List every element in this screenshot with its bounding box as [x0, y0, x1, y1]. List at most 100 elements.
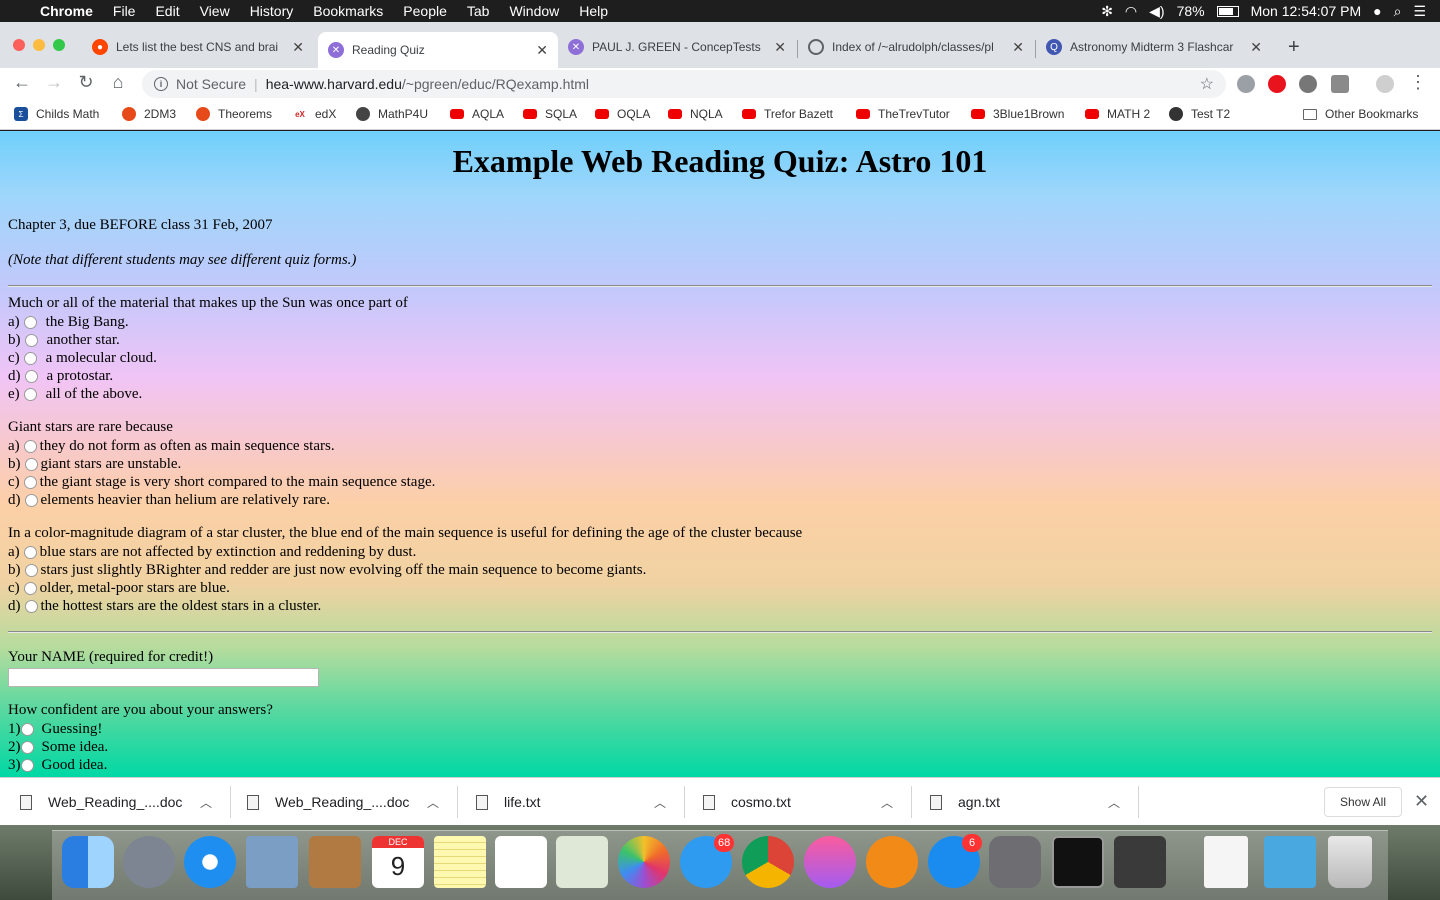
- menu-bookmarks[interactable]: Bookmarks: [313, 3, 383, 19]
- ibooks-icon[interactable]: [866, 836, 918, 888]
- forward-button[interactable]: →: [42, 72, 66, 93]
- radio-button[interactable]: [24, 369, 38, 383]
- chrome-menu-icon[interactable]: ⋮: [1406, 72, 1430, 93]
- bookmark-mathp4u[interactable]: MathP4U: [356, 107, 428, 121]
- chevron-up-icon[interactable]: ︿: [427, 794, 439, 811]
- close-downloads-icon[interactable]: ✕: [1414, 791, 1429, 812]
- question-2-option-b[interactable]: b) giant stars are unstable.: [8, 455, 181, 473]
- close-tab-icon[interactable]: ✕: [774, 39, 786, 56]
- show-all-button[interactable]: Show All: [1324, 787, 1402, 817]
- document-icon[interactable]: [1204, 836, 1248, 888]
- name-input[interactable]: [8, 668, 319, 687]
- confidence-option-3[interactable]: 3) Good idea.: [8, 756, 107, 774]
- bookmark-3blue1brown[interactable]: 3Blue1Brown: [971, 107, 1064, 121]
- menu-people[interactable]: People: [403, 3, 447, 19]
- radio-button[interactable]: [24, 457, 38, 471]
- wifi-icon[interactable]: ◠: [1125, 3, 1137, 20]
- finder-icon[interactable]: [62, 836, 114, 888]
- menu-edit[interactable]: Edit: [155, 3, 179, 19]
- downloads-folder-icon[interactable]: [1264, 836, 1316, 888]
- menu-history[interactable]: History: [250, 3, 294, 19]
- chevron-up-icon[interactable]: ︿: [654, 794, 666, 811]
- new-tab-button[interactable]: +: [1288, 36, 1300, 59]
- chevron-up-icon[interactable]: ︿: [1108, 794, 1120, 811]
- question-1-option-e[interactable]: e) all of the above.: [8, 385, 142, 403]
- battery-icon[interactable]: [1216, 5, 1239, 17]
- bookmark-math-2[interactable]: MATH 2: [1085, 107, 1150, 121]
- confidence-option-2[interactable]: 2) Some idea.: [8, 738, 108, 756]
- security-label[interactable]: Not Secure: [176, 76, 246, 92]
- bookmark-star-icon[interactable]: ☆: [1200, 74, 1214, 94]
- menu-tab[interactable]: Tab: [467, 3, 490, 19]
- chevron-up-icon[interactable]: ︿: [200, 794, 212, 811]
- radio-button[interactable]: [23, 475, 37, 489]
- tab-index-alrudolph[interactable]: Index of /~alrudolph/classes/pl ✕: [798, 32, 1034, 62]
- radio-button[interactable]: [23, 315, 37, 329]
- question-2-option-a[interactable]: a) they do not form as often as main sequ…: [8, 437, 335, 455]
- launchpad-icon[interactable]: [123, 836, 175, 888]
- system-preferences-icon[interactable]: [989, 836, 1041, 888]
- bookmark-trefor-bazett[interactable]: Trefor Bazett: [742, 107, 833, 121]
- chevron-up-icon[interactable]: ︿: [881, 794, 893, 811]
- radio-button[interactable]: [20, 758, 34, 772]
- notes-icon[interactable]: [434, 836, 486, 888]
- adblock-icon[interactable]: [1268, 75, 1286, 93]
- profile-avatar[interactable]: [1376, 75, 1394, 93]
- close-tab-icon[interactable]: ✕: [1250, 39, 1262, 56]
- spotlight-icon[interactable]: ⌕: [1394, 3, 1402, 20]
- zoom-window-button[interactable]: [53, 39, 65, 51]
- extension-compass-icon[interactable]: [1299, 75, 1317, 93]
- tab-reddit[interactable]: ● Lets list the best CNS and brai ✕: [82, 32, 314, 62]
- close-tab-icon[interactable]: ✕: [1012, 39, 1024, 56]
- menu-view[interactable]: View: [200, 3, 230, 19]
- question-1-option-b[interactable]: b) another star.: [8, 331, 120, 349]
- chrome-dock-icon[interactable]: [742, 836, 794, 888]
- menu-window[interactable]: Window: [509, 3, 559, 19]
- other-bookmarks[interactable]: Other Bookmarks: [1303, 107, 1418, 121]
- notification-center-icon[interactable]: ☰: [1413, 3, 1426, 20]
- tab-astronomy-flashcards[interactable]: Q Astronomy Midterm 3 Flashcar ✕: [1036, 32, 1272, 62]
- terminal-icon[interactable]: [1052, 836, 1104, 888]
- bookmark-edx[interactable]: eX edX: [293, 107, 336, 121]
- bookmark-nqla[interactable]: NQLA: [668, 107, 723, 121]
- close-tab-icon[interactable]: ✕: [292, 39, 304, 56]
- question-3-option-d[interactable]: d) the hottest stars are the oldest stars…: [8, 597, 321, 615]
- question-1-option-a[interactable]: a) the Big Bang.: [8, 313, 129, 331]
- question-2-option-d[interactable]: d) elements heavier than helium are relat…: [8, 491, 330, 509]
- camera-icon[interactable]: [1331, 75, 1349, 93]
- reload-button[interactable]: ↻: [74, 72, 98, 93]
- radio-button[interactable]: [24, 563, 38, 577]
- download-item[interactable]: cosmo.txt ︿: [703, 778, 903, 826]
- itunes-icon[interactable]: [804, 836, 856, 888]
- address-bar[interactable]: i Not Secure | hea-www.harvard.edu /~pgr…: [142, 70, 1226, 98]
- tab-paul-green[interactable]: ✕ PAUL J. GREEN - ConcepTests ✕: [558, 32, 796, 62]
- reminders-icon[interactable]: [495, 836, 547, 888]
- download-item[interactable]: Web_Reading_....doc ︿: [247, 778, 447, 826]
- battery-percent[interactable]: 78%: [1177, 3, 1205, 19]
- menu-file[interactable]: File: [113, 3, 136, 19]
- question-3-option-b[interactable]: b) stars just slightly BRighter and redde…: [8, 561, 646, 579]
- trash-icon[interactable]: [1328, 836, 1372, 888]
- volume-icon[interactable]: ◀): [1149, 3, 1164, 20]
- mail-icon[interactable]: [246, 836, 298, 888]
- radio-button[interactable]: [24, 333, 38, 347]
- radio-button[interactable]: [24, 599, 38, 613]
- radio-button[interactable]: [23, 387, 37, 401]
- question-2-option-c[interactable]: c) the giant stage is very short compared…: [8, 473, 435, 491]
- maps-icon[interactable]: [556, 836, 608, 888]
- minimize-window-button[interactable]: [33, 39, 45, 51]
- question-3-option-c[interactable]: c) older, metal-poor stars are blue.: [8, 579, 230, 597]
- bookmark-oqla[interactable]: OQLA: [595, 107, 650, 121]
- bookmark-theorems[interactable]: Theorems: [196, 107, 272, 121]
- extension-m-icon[interactable]: [1237, 75, 1255, 93]
- photos-icon[interactable]: [618, 836, 670, 888]
- radio-button[interactable]: [23, 545, 37, 559]
- bookmark-thetrevtutor[interactable]: TheTrevTutor: [856, 107, 950, 121]
- radio-button[interactable]: [24, 493, 38, 507]
- menu-help[interactable]: Help: [579, 3, 608, 19]
- radio-button[interactable]: [23, 351, 37, 365]
- radio-button[interactable]: [20, 740, 34, 754]
- info-icon[interactable]: i: [154, 77, 168, 91]
- download-item[interactable]: Web_Reading_....doc ︿: [20, 778, 220, 826]
- home-button[interactable]: ⌂: [106, 72, 130, 93]
